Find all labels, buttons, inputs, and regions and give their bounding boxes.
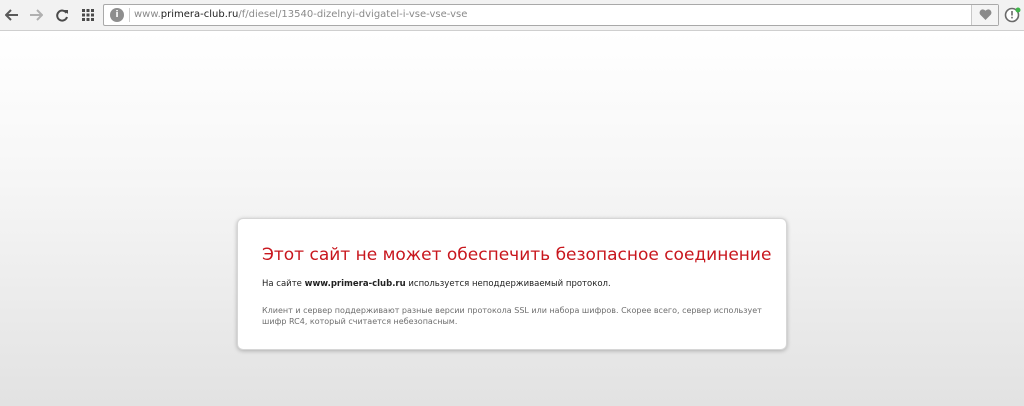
extension-icon[interactable] — [1004, 6, 1022, 24]
forward-arrow-icon[interactable] — [27, 6, 45, 24]
error-panel: Этот сайт не может обеспечить безопасное… — [237, 218, 787, 350]
back-arrow-icon[interactable] — [3, 6, 21, 24]
url-prefix: www. — [134, 9, 161, 20]
speed-dial-grid-icon[interactable] — [79, 6, 97, 24]
error-details: Клиент и сервер поддерживают разные верс… — [262, 306, 762, 326]
site-info-icon[interactable]: i — [110, 8, 124, 22]
url-text[interactable]: www.primera-club.ru/f/diesel/13540-dizel… — [134, 8, 467, 22]
address-separator — [129, 8, 130, 22]
error-message: На сайте www.primera-club.ru используетс… — [262, 278, 611, 290]
browser-toolbar: i www.primera-club.ru/f/diesel/13540-diz… — [0, 0, 1024, 31]
error-title: Этот сайт не может обеспечить безопасное… — [262, 245, 772, 265]
url-domain: primera-club.ru — [160, 9, 239, 20]
error-message-suffix: используется неподдерживаемый протокол. — [405, 279, 611, 289]
reload-icon[interactable] — [53, 6, 71, 24]
heart-icon[interactable] — [971, 5, 998, 25]
url-path: /f/diesel/13540-dizelnyi-dvigatel-i-vse-… — [238, 9, 468, 20]
page-content: Этот сайт не может обеспечить безопасное… — [0, 31, 1024, 406]
error-message-prefix: На сайте — [262, 279, 305, 289]
address-bar[interactable]: i www.primera-club.ru/f/diesel/13540-diz… — [103, 4, 999, 26]
error-site-name: www.primera-club.ru — [304, 279, 406, 289]
